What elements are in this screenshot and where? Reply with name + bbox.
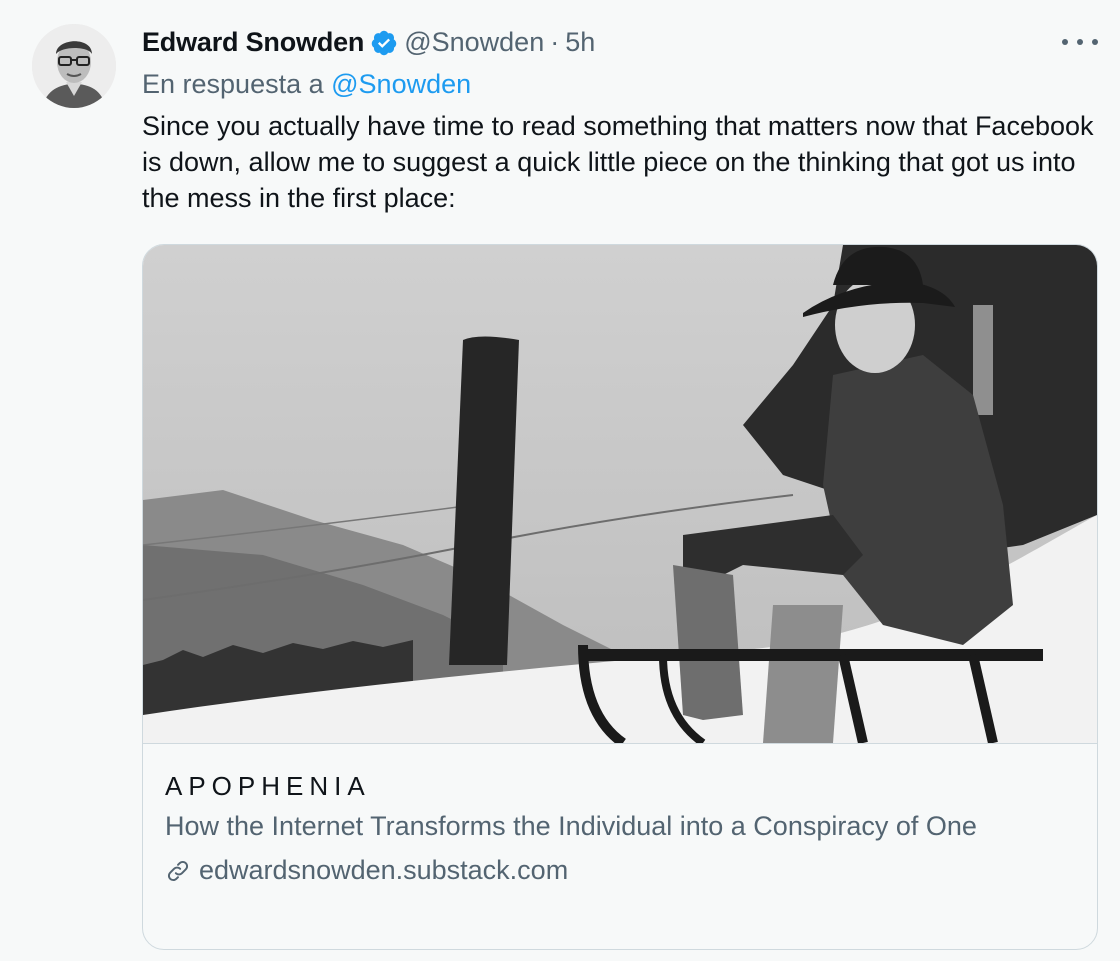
- tweet-header: Edward Snowden @Snowden · 5h: [142, 22, 595, 62]
- reply-context: En respuesta a @Snowden: [142, 64, 471, 104]
- avatar[interactable]: [32, 24, 116, 108]
- link-icon: [165, 857, 191, 883]
- author-name[interactable]: Edward Snowden: [142, 22, 364, 62]
- card-site-name: APOPHENIA: [165, 771, 371, 801]
- reply-prefix: En respuesta a: [142, 69, 324, 99]
- avatar-image: [32, 24, 116, 108]
- link-preview-card[interactable]: APOPHENIA How the Internet Transforms th…: [142, 244, 1098, 950]
- card-domain-text: edwardsnowden.substack.com: [199, 855, 569, 885]
- separator: ·: [550, 27, 560, 57]
- card-domain[interactable]: edwardsnowden.substack.com: [165, 852, 1075, 888]
- card-title[interactable]: How the Internet Transforms the Individu…: [165, 808, 1045, 844]
- tweet-text: Since you actually have time to read som…: [142, 111, 1094, 213]
- card-body: APOPHENIA How the Internet Transforms th…: [143, 768, 1097, 888]
- reply-mention-link[interactable]: @Snowden: [331, 69, 471, 99]
- card-image: [143, 245, 1097, 744]
- more-horizontal-icon[interactable]: [1062, 30, 1098, 54]
- author-handle[interactable]: @Snowden: [404, 22, 544, 62]
- verified-badge-icon: [370, 28, 398, 56]
- timestamp[interactable]: 5h: [565, 22, 595, 62]
